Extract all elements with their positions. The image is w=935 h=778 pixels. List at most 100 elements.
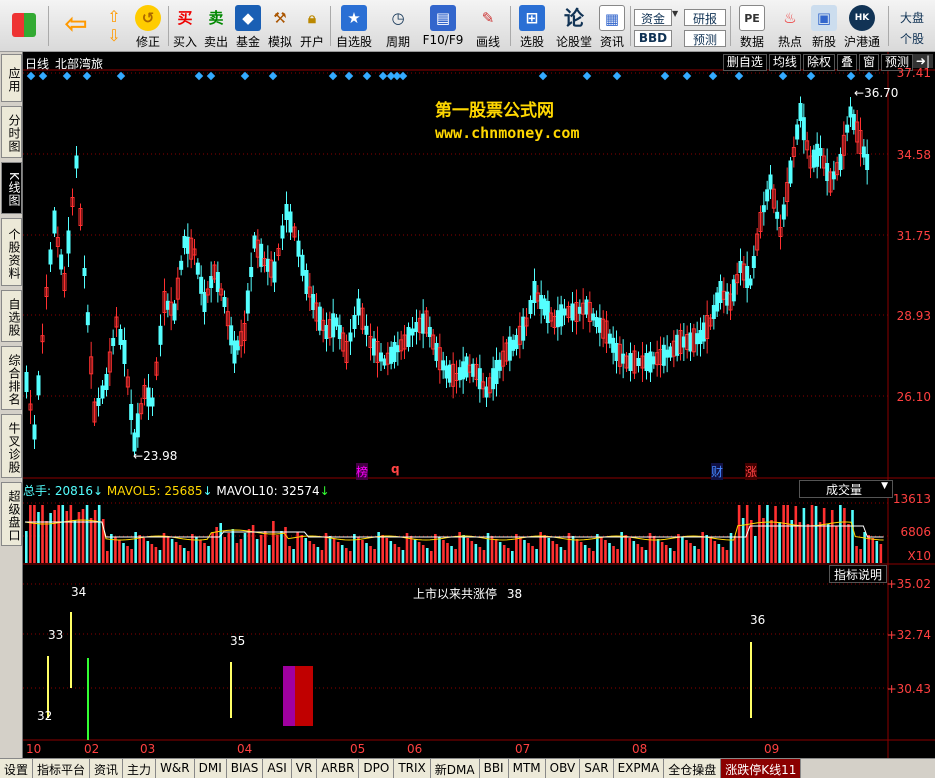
bbd-button[interactable]: BBD bbox=[634, 30, 672, 47]
draw-line-button[interactable]: ✎ 画线 bbox=[468, 3, 508, 51]
limit-up-count: 38 bbox=[506, 587, 523, 601]
mavol10-line bbox=[25, 521, 884, 538]
volume-bar bbox=[61, 505, 65, 563]
tab-full-position[interactable]: 全仓操盘 bbox=[664, 759, 722, 778]
tab-bias[interactable]: BIAS bbox=[226, 759, 264, 778]
event-mark-finance[interactable]: 财 bbox=[711, 463, 724, 480]
tab-obv[interactable]: OBV bbox=[545, 759, 581, 778]
ex-rights-button[interactable]: 除权 bbox=[802, 54, 835, 71]
research-label: 研报 bbox=[692, 12, 717, 26]
event-diamond bbox=[806, 71, 816, 81]
moving-average-button[interactable]: 均线 bbox=[768, 54, 801, 71]
index-button[interactable]: 大盘 bbox=[892, 9, 932, 26]
back-button[interactable]: ⇦ bbox=[58, 3, 94, 51]
money-button[interactable]: 资金 bbox=[634, 9, 672, 26]
volume-bar bbox=[446, 543, 449, 563]
tab-diagnosis[interactable]: 牛叉诊股 bbox=[1, 414, 22, 478]
tab-dpo[interactable]: DPO bbox=[359, 759, 395, 778]
event-mark-q[interactable]: q bbox=[391, 462, 400, 476]
tab-dmi[interactable]: DMI bbox=[194, 759, 227, 778]
fund-button[interactable]: ◆ 基金 bbox=[232, 3, 264, 51]
volume-indicator-select[interactable]: 成交量 ▼ bbox=[799, 480, 893, 498]
volume-bar bbox=[612, 546, 615, 563]
candle-body bbox=[681, 336, 686, 348]
event-diamond bbox=[82, 71, 92, 81]
tab-new-dma[interactable]: 新DMA bbox=[430, 759, 480, 778]
arrow-down-icon: ⇩ bbox=[107, 26, 121, 45]
tab-asi[interactable]: ASI bbox=[263, 759, 292, 778]
tab-limit-kline[interactable]: 涨跌停K线11 bbox=[721, 759, 802, 778]
event-mark-list[interactable]: 榜 bbox=[356, 463, 369, 480]
tab-kline[interactable]: K线图 bbox=[1, 162, 22, 214]
open-account-button[interactable]: 🔒︎ 开户 bbox=[296, 3, 328, 51]
volume-bar bbox=[421, 545, 425, 563]
indicator-bar-label: 33 bbox=[48, 628, 64, 642]
hk-connect-button[interactable]: HK 沪港通 bbox=[842, 3, 882, 51]
tab-stock-profile[interactable]: 个股资料 bbox=[1, 218, 22, 286]
period-label[interactable]: 日线 bbox=[25, 55, 49, 72]
tab-trix[interactable]: TRIX bbox=[394, 759, 431, 778]
chart-canvas[interactable] bbox=[23, 52, 935, 758]
news-button[interactable]: ▦ 资讯 bbox=[596, 3, 628, 51]
stock-button[interactable]: 个股 bbox=[892, 30, 932, 47]
volume-bar bbox=[122, 543, 125, 563]
candle-body bbox=[356, 298, 361, 316]
candle-body bbox=[539, 295, 544, 309]
tab-expma[interactable]: EXPMA bbox=[613, 759, 665, 778]
research-button[interactable]: 研报 bbox=[684, 9, 726, 26]
tab-settings[interactable]: 设置 bbox=[0, 759, 34, 778]
page-up-down-button[interactable]: ⇧ ⇩ bbox=[100, 3, 128, 51]
tab-ranking[interactable]: 综合排名 bbox=[1, 346, 22, 410]
candle-body bbox=[296, 240, 301, 257]
tab-favorites[interactable]: 自选股 bbox=[1, 290, 22, 342]
tab-arbr[interactable]: ARBR bbox=[317, 759, 360, 778]
select-stock-button[interactable]: ⊞ 选股 bbox=[514, 3, 550, 51]
tab-sar[interactable]: SAR bbox=[580, 759, 614, 778]
f10-button[interactable]: ▤ F10/F9 bbox=[420, 3, 466, 51]
overlay-button[interactable]: 叠 bbox=[836, 54, 857, 71]
indicator-explain-button[interactable]: 指标说明 bbox=[829, 565, 888, 583]
volume-bar bbox=[636, 544, 640, 563]
period-button[interactable]: ◷ 周期 bbox=[378, 3, 418, 51]
x-axis-month: 05 bbox=[350, 742, 366, 756]
tab-indicator-platform[interactable]: 指标平台 bbox=[33, 759, 91, 778]
new-stock-icon: ▣ bbox=[811, 5, 837, 31]
new-stock-button[interactable]: ▣ 新股 bbox=[808, 3, 840, 51]
tab-vr[interactable]: VR bbox=[291, 759, 318, 778]
window-button[interactable]: 窗 bbox=[858, 54, 879, 71]
volume-bar bbox=[810, 505, 814, 563]
rewind-button[interactable]: ↺ 修正 bbox=[130, 3, 166, 51]
x-axis-month: 08 bbox=[632, 742, 648, 756]
tab-super-quote[interactable]: 超级盘口 bbox=[1, 482, 22, 546]
volume-bar bbox=[385, 538, 389, 563]
volume-bar bbox=[300, 535, 303, 563]
forecast-button[interactable]: 预测 bbox=[684, 30, 726, 47]
forum-button[interactable]: 论 论股堂 bbox=[554, 3, 594, 51]
tab-news[interactable]: 资讯 bbox=[90, 759, 124, 778]
remove-favorite-button[interactable]: 删自选 bbox=[722, 54, 767, 71]
volume-bar bbox=[470, 541, 474, 563]
tab-timeshare[interactable]: 分时图 bbox=[1, 106, 22, 158]
tab-bbi[interactable]: BBI bbox=[479, 759, 509, 778]
data-button[interactable]: PE 数据 bbox=[734, 3, 770, 51]
windows-logo-button[interactable] bbox=[6, 3, 42, 51]
tab-wr[interactable]: W&R bbox=[156, 759, 195, 778]
hk-connect-icon: HK bbox=[849, 5, 875, 31]
simulate-button[interactable]: ⚒ 模拟 bbox=[264, 3, 296, 51]
buy-button[interactable]: 买 买入 bbox=[170, 3, 200, 51]
candle-body bbox=[738, 261, 743, 273]
sell-button[interactable]: 卖 卖出 bbox=[201, 3, 231, 51]
tab-mtm[interactable]: MTM bbox=[508, 759, 546, 778]
tab-main-force[interactable]: 主力 bbox=[123, 759, 157, 778]
tab-apps[interactable]: 应用 bbox=[1, 54, 22, 102]
event-mark-limit-up[interactable]: 涨 bbox=[745, 463, 758, 480]
hot-button[interactable]: ♨ 热点 bbox=[772, 3, 808, 51]
kline-chart-area[interactable]: 日线 北部湾旅 删自选 均线 除权 叠 窗 预测 ➜| 第一股票公式网 www.… bbox=[23, 52, 935, 758]
x-axis-month: 02 bbox=[84, 742, 100, 756]
money-dropdown-icon[interactable]: ▼ bbox=[672, 9, 680, 26]
select-stock-label: 选股 bbox=[519, 35, 544, 49]
candle-body bbox=[284, 204, 289, 220]
favorites-button[interactable]: ★ 自选股 bbox=[334, 3, 374, 51]
volume-bar bbox=[110, 534, 113, 563]
volume-bar bbox=[628, 538, 632, 563]
